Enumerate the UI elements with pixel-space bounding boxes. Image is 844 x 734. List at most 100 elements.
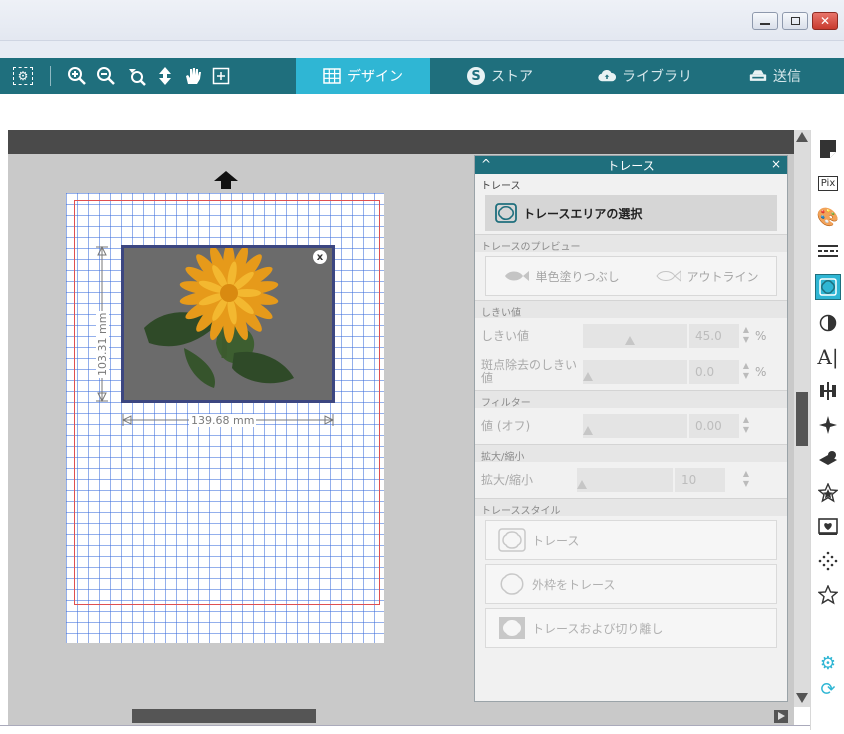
scale-slider-knob[interactable]: [577, 480, 587, 489]
trace-panel-header: ^ トレース ×: [475, 156, 787, 174]
preview-fill-label: 単色塗りつぶし: [535, 269, 620, 284]
contrast-button[interactable]: [815, 310, 841, 336]
scale-spinner[interactable]: ▲ ▼: [741, 469, 751, 491]
pixscan-button[interactable]: Pix: [815, 170, 841, 196]
offset-button[interactable]: [815, 548, 841, 574]
speckle-spinner[interactable]: ▲ ▼: [741, 361, 751, 383]
tab-library-label: ライブラリ: [622, 69, 692, 85]
trace-tool-button[interactable]: [815, 274, 841, 300]
tab-library[interactable]: ライブラリ: [590, 58, 700, 94]
text-style-button[interactable]: A|: [815, 344, 841, 370]
palette-select-tool[interactable]: ⚙: [10, 58, 36, 94]
scale-input[interactable]: 10: [675, 468, 725, 492]
outer-edge-icon: [500, 573, 524, 595]
selected-image[interactable]: [121, 243, 335, 403]
window-titlebar: ✕: [0, 0, 844, 58]
zoom-out-button[interactable]: [93, 58, 119, 94]
trace-area-icon: [495, 203, 517, 223]
restore-icon: [790, 17, 800, 25]
speckle-slider[interactable]: [583, 360, 687, 384]
settings-gear-icon: ⚙: [819, 652, 837, 674]
tab-send[interactable]: 送信: [735, 58, 815, 94]
scroll-right-icon[interactable]: [774, 710, 788, 723]
panel-close-button[interactable]: ×: [771, 157, 781, 171]
speckle-slider-knob[interactable]: [583, 372, 593, 381]
design-store-button[interactable]: [815, 514, 841, 540]
feed-direction-arrow-icon: [214, 171, 238, 189]
toolbar-divider: [50, 66, 51, 86]
zoom-in-button[interactable]: [64, 58, 90, 94]
preview-fill-option[interactable]: 単色塗りつぶし: [503, 268, 620, 285]
threshold-label: しきい値: [481, 328, 530, 343]
horizontal-scrollbar[interactable]: [8, 707, 794, 725]
vertical-scrollbar[interactable]: [794, 130, 810, 707]
threshold-slider-knob[interactable]: [625, 336, 635, 345]
sync-button[interactable]: ⟳: [815, 676, 841, 702]
close-icon: ✕: [819, 14, 831, 28]
canvas-ruler-bar: [8, 130, 794, 154]
scroll-up-icon[interactable]: [796, 132, 808, 142]
library-star-icon: [818, 483, 838, 503]
filter-slider-knob[interactable]: [583, 426, 593, 435]
fill-palette-icon: 🎨: [816, 206, 840, 228]
zoom-area-button[interactable]: [123, 58, 149, 94]
preview-outline-option[interactable]: アウトライン: [655, 268, 759, 285]
align-icon: [820, 382, 836, 400]
scale-slider[interactable]: [577, 468, 673, 492]
filter-spinner[interactable]: ▲ ▼: [741, 415, 751, 437]
restore-button[interactable]: [782, 12, 808, 30]
fit-to-page-button[interactable]: [208, 58, 234, 94]
window-controls: ✕: [752, 12, 838, 30]
design-store-icon: [818, 518, 838, 535]
tab-store-label: ストア: [491, 69, 533, 85]
contrast-icon: [819, 314, 837, 332]
move-button[interactable]: [152, 58, 178, 94]
transform-button[interactable]: [815, 446, 841, 472]
collapse-chevron-icon[interactable]: ^: [481, 157, 491, 171]
image-delete-button[interactable]: x: [313, 250, 327, 264]
page-setup-button[interactable]: [815, 136, 841, 162]
favorite-star-button[interactable]: [815, 582, 841, 608]
store-s-icon: S: [467, 67, 485, 85]
replicate-button[interactable]: [815, 412, 841, 438]
align-button[interactable]: [815, 378, 841, 404]
close-window-button[interactable]: ✕: [812, 12, 838, 30]
trace-shape-icon: [498, 528, 526, 552]
threshold-input[interactable]: 45.0: [689, 324, 739, 348]
trace-panel: ^ トレース × トレース トレースエリアの選択 トレースのプレビュー 単色塗り…: [474, 155, 788, 702]
fill-palette-button[interactable]: 🎨: [815, 204, 841, 230]
filter-slider[interactable]: [583, 414, 687, 438]
pan-button[interactable]: [180, 58, 206, 94]
threshold-slider[interactable]: [583, 324, 687, 348]
tab-send-label: 送信: [773, 69, 801, 85]
horizontal-scroll-thumb[interactable]: [132, 709, 316, 723]
pixscan-icon: Pix: [817, 175, 839, 191]
library-star-button[interactable]: [815, 480, 841, 506]
select-trace-area-label: トレースエリアの選択: [523, 206, 643, 221]
trace-outer-edge-button[interactable]: 外枠をトレース: [485, 564, 777, 604]
toolbar-spacer: [0, 94, 844, 130]
threshold-spinner[interactable]: ▲ ▼: [741, 325, 751, 347]
vertical-scroll-thumb[interactable]: [796, 392, 808, 446]
speckle-label: 斑点除去のしきい値: [481, 358, 578, 385]
text-style-icon: A|: [817, 345, 839, 369]
select-trace-area-button[interactable]: トレースエリアの選択: [485, 195, 777, 231]
fish-outline-icon: [655, 270, 681, 282]
trace-button[interactable]: トレース: [485, 520, 777, 560]
minimize-icon: [760, 23, 770, 25]
settings-button[interactable]: ⚙: [815, 650, 841, 676]
scroll-down-icon[interactable]: [796, 693, 808, 703]
trace-icon: [819, 278, 837, 296]
line-style-button[interactable]: [815, 238, 841, 264]
trace-button-label: トレース: [532, 533, 580, 548]
trace-and-detach-button[interactable]: トレースおよび切り離し: [485, 608, 777, 648]
tab-design[interactable]: デザイン: [296, 58, 430, 94]
section-scale: 拡大/縮小: [475, 444, 787, 463]
filter-row: 値 (オフ) 0.00 ▲ ▼: [475, 408, 787, 444]
threshold-row: しきい値 45.0 ▲ ▼ %: [475, 318, 787, 354]
flower-photo: [124, 243, 332, 400]
filter-input[interactable]: 0.00: [689, 414, 739, 438]
speckle-input[interactable]: 0.0: [689, 360, 739, 384]
minimize-button[interactable]: [752, 12, 778, 30]
tab-store[interactable]: S ストア: [450, 58, 550, 94]
